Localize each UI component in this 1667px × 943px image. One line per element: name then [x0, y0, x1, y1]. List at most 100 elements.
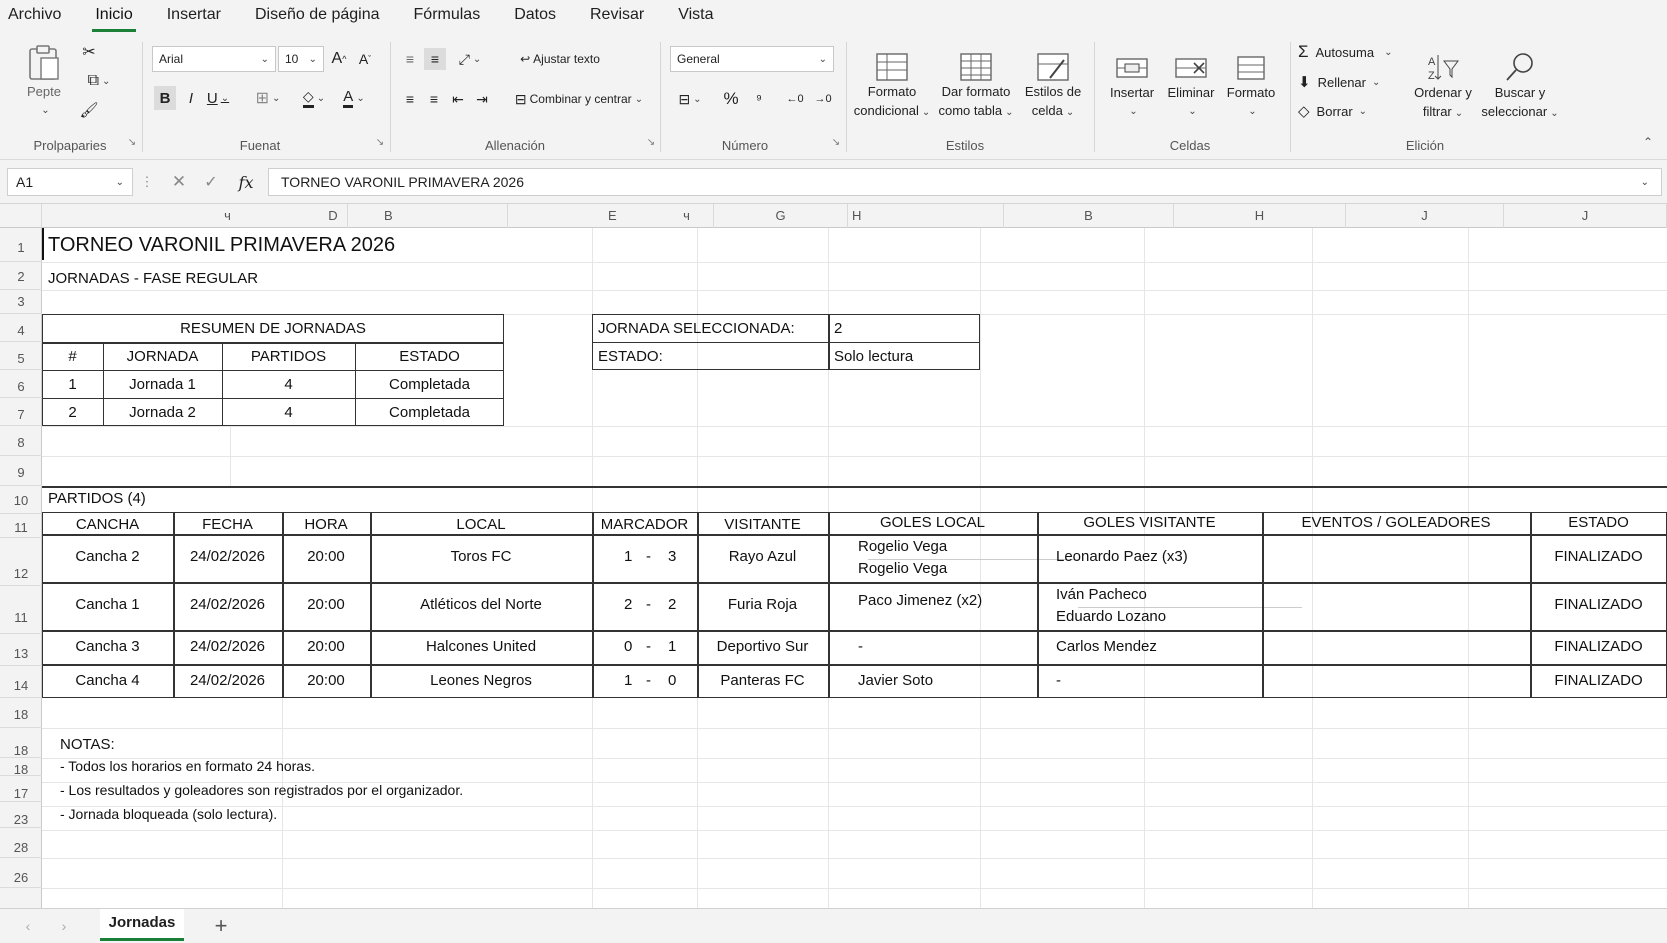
- column-header[interactable]: G: [714, 204, 848, 228]
- insert-cells-button[interactable]: Insertar ⌄: [1102, 42, 1162, 132]
- dialog-launcher-icon[interactable]: ↘: [126, 136, 138, 148]
- column-header[interactable]: H: [848, 204, 1004, 228]
- column-header[interactable]: D: [288, 204, 378, 228]
- row-header[interactable]: 28: [0, 828, 42, 858]
- dialog-launcher-icon[interactable]: ↘: [645, 136, 657, 148]
- delete-cells-button[interactable]: Eliminar ⌄: [1160, 42, 1222, 132]
- clear-button[interactable]: ◇ Borrar ⌄: [1298, 99, 1402, 123]
- formula-input[interactable]: TORNEO VARONIL PRIMAVERA 2026 ⌄: [268, 168, 1662, 196]
- row-header[interactable]: 2: [0, 262, 42, 290]
- gridline: [42, 888, 1667, 889]
- row-header[interactable]: 18: [0, 728, 42, 758]
- fill-button[interactable]: ⬇ Rellenar ⌄: [1298, 70, 1402, 94]
- row-header[interactable]: 26: [0, 858, 42, 888]
- decrease-decimal-button[interactable]: →0: [810, 88, 836, 110]
- align-center-button[interactable]: ≡: [424, 88, 444, 110]
- number-format-select[interactable]: General ⌄: [670, 46, 834, 72]
- name-box[interactable]: A1 ⌄: [7, 168, 133, 196]
- increase-font-button[interactable]: A ^: [328, 46, 350, 72]
- menu-inicio[interactable]: Inicio: [78, 0, 149, 32]
- row-header[interactable]: 9: [0, 456, 42, 486]
- cell-styles-button[interactable]: Estilos de celda ⌄: [1020, 42, 1086, 132]
- column-header[interactable]: J: [1346, 204, 1504, 228]
- menu-insertar[interactable]: Insertar: [150, 0, 238, 32]
- chevron-down-icon: ⌄: [1005, 107, 1014, 118]
- align-left-button[interactable]: ≡: [400, 88, 420, 110]
- menu-vista[interactable]: Vista: [661, 0, 730, 32]
- italic-button[interactable]: I: [180, 86, 202, 110]
- wrap-text-button[interactable]: ↩ Ajustar texto: [510, 46, 610, 72]
- cancel-icon[interactable]: ✕: [168, 172, 190, 192]
- font-size-select[interactable]: 10 ⌄: [278, 46, 324, 72]
- column-header[interactable]: B: [378, 204, 508, 228]
- column-header[interactable]: J: [1504, 204, 1667, 228]
- row-header[interactable]: 7: [0, 398, 42, 426]
- menu-archivo[interactable]: Archivo: [0, 0, 78, 32]
- row-header[interactable]: 8: [0, 426, 42, 456]
- sort-filter-button[interactable]: AZ Ordenar y filtrar ⌄: [1406, 42, 1480, 132]
- merge-center-button[interactable]: ⊟ Combinar y centrar ⌄: [508, 86, 650, 112]
- row-header[interactable]: 17: [0, 776, 42, 802]
- row-header[interactable]: 18: [0, 758, 42, 777]
- row-header[interactable]: 12: [0, 538, 42, 586]
- align-middle-button[interactable]: ≡: [424, 48, 446, 70]
- collapse-ribbon-button[interactable]: ⌃: [1640, 134, 1656, 150]
- select-all-corner[interactable]: [0, 204, 42, 228]
- menu-formulas[interactable]: Fórmulas: [397, 0, 498, 32]
- font-color-button[interactable]: A ⌄: [336, 86, 372, 110]
- function-icon[interactable]: fx: [234, 172, 258, 192]
- add-sheet-button[interactable]: +: [208, 913, 234, 939]
- format-painter-button[interactable]: 🖌: [78, 98, 100, 122]
- find-select-button[interactable]: Buscar y seleccionar ⌄: [1478, 42, 1562, 132]
- increase-indent-button[interactable]: ⇥: [472, 88, 492, 110]
- percent-button[interactable]: %: [720, 88, 742, 110]
- decrease-indent-button[interactable]: ⇤: [448, 88, 468, 110]
- more-options-icon[interactable]: ⋮: [141, 172, 154, 192]
- format-cells-button[interactable]: Formato ⌄: [1220, 42, 1282, 132]
- row-header[interactable]: 10: [0, 486, 42, 514]
- menu-datos[interactable]: Datos: [497, 0, 573, 32]
- bold-button[interactable]: B: [154, 86, 176, 110]
- autosum-button[interactable]: Σ Autosuma ⌄: [1298, 40, 1402, 64]
- fill-color-button[interactable]: ◇ ⌄: [296, 86, 332, 110]
- enter-icon[interactable]: ✓: [200, 172, 222, 192]
- selected-cell[interactable]: [42, 228, 44, 260]
- accounting-format-button[interactable]: ⊟ ⌄: [670, 88, 710, 110]
- row-header[interactable]: 11: [0, 514, 42, 538]
- row-header[interactable]: 3: [0, 290, 42, 314]
- increase-decimal-button[interactable]: ←0: [782, 88, 808, 110]
- orientation-button[interactable]: ⤢ ⌄: [450, 48, 490, 70]
- conditional-format-button[interactable]: Formato condicional ⌄: [852, 42, 932, 132]
- dialog-launcher-icon[interactable]: ↘: [374, 136, 386, 148]
- dialog-launcher-icon[interactable]: ↘: [830, 136, 842, 148]
- format-as-table-button[interactable]: Dar formato como tabla ⌄: [934, 42, 1018, 132]
- row-header[interactable]: 11: [0, 586, 42, 634]
- column-header[interactable]: B: [1004, 204, 1174, 228]
- scroll-left-icon[interactable]: ‹: [20, 917, 36, 935]
- comma-style-button[interactable]: ⁹: [748, 88, 770, 110]
- row-header[interactable]: 23: [0, 802, 42, 828]
- paste-button[interactable]: Pepte ⌄: [18, 42, 70, 122]
- sheet-tab-jornadas[interactable]: Jornadas: [100, 909, 184, 941]
- column-header[interactable]: ч: [660, 204, 714, 228]
- row-header[interactable]: 1: [0, 228, 42, 262]
- row-header[interactable]: 6: [0, 370, 42, 398]
- align-top-button[interactable]: ≡: [400, 48, 420, 70]
- underline-button[interactable]: U ⌄: [206, 86, 230, 110]
- copy-button[interactable]: ⧉ ⌄: [78, 69, 120, 93]
- row-header[interactable]: 5: [0, 342, 42, 370]
- column-header[interactable]: H: [1174, 204, 1346, 228]
- row-header[interactable]: 18: [0, 698, 42, 728]
- goles-local: Rogelio Vega: [858, 560, 948, 577]
- row-header[interactable]: 13: [0, 634, 42, 666]
- sheet-grid[interactable]: TORNEO VARONIL PRIMAVERA 2026 JORNADAS -…: [42, 228, 1667, 908]
- decrease-font-button[interactable]: Aˇ: [354, 46, 376, 72]
- menu-revisar[interactable]: Revisar: [573, 0, 661, 32]
- scroll-right-icon[interactable]: ›: [56, 917, 72, 935]
- font-name-select[interactable]: Arial ⌄: [152, 46, 276, 72]
- menu-diseno-pagina[interactable]: Diseño de página: [238, 0, 397, 32]
- row-header[interactable]: 4: [0, 314, 42, 342]
- row-header[interactable]: 14: [0, 666, 42, 698]
- cut-button[interactable]: ✂: [78, 40, 100, 64]
- borders-button[interactable]: ⊞ ⌄: [250, 86, 286, 110]
